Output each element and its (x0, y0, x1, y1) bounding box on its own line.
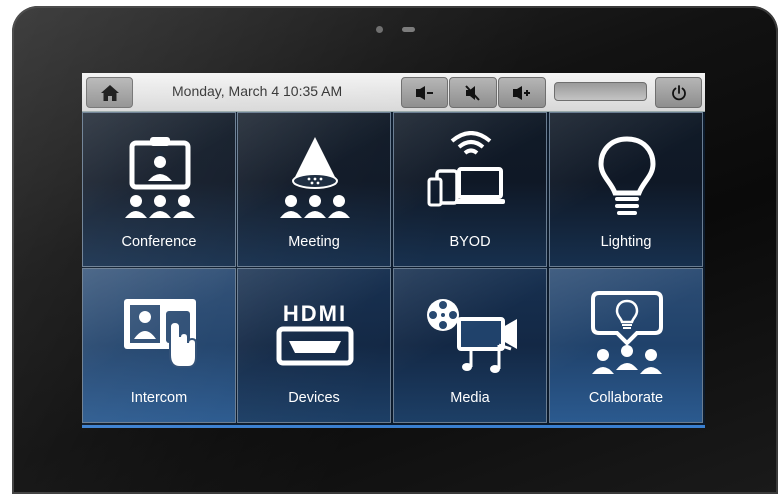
proximity-sensor (402, 27, 415, 32)
date-time-display: Monday, March 4 10:35 AM (172, 83, 343, 99)
tile-lighting[interactable]: Lighting (549, 112, 703, 267)
tile-byod[interactable]: BYOD (393, 112, 547, 267)
hdmi-icon: HDMI (276, 301, 354, 366)
tile-meeting[interactable]: Meeting (237, 112, 391, 267)
volume-level-bar[interactable] (554, 82, 647, 101)
intercom-icon (124, 299, 197, 368)
byod-devices-icon (427, 131, 505, 207)
tile-media[interactable]: Media (393, 268, 547, 423)
camera-lens (376, 26, 383, 33)
tile-label: BYOD (449, 234, 491, 250)
tile-label: Meeting (288, 234, 340, 250)
touch-screen: Monday, March 4 10:35 AM Conference Meet… (82, 73, 705, 428)
home-icon (100, 84, 119, 101)
home-button[interactable] (86, 77, 133, 108)
volume-up-icon (513, 85, 530, 100)
collaborate-icon (591, 291, 663, 374)
volume-down-button[interactable] (401, 77, 448, 108)
room-control-grid: Conference Meeting BYOD Lighting Interco… (82, 112, 705, 428)
tile-conference[interactable]: Conference (82, 112, 236, 267)
video-conference-icon (125, 137, 195, 218)
conference-phone-icon (280, 137, 350, 218)
tile-label: Conference (121, 234, 197, 250)
tile-label: Devices (288, 390, 340, 406)
mute-button[interactable] (449, 77, 497, 108)
power-button[interactable] (655, 77, 702, 108)
volume-down-icon (415, 85, 433, 100)
screen-bottom-edge (82, 425, 705, 428)
top-toolbar: Monday, March 4 10:35 AM (82, 73, 705, 112)
tile-devices[interactable]: HDMI Devices (237, 268, 391, 423)
tile-label: Intercom (130, 390, 188, 406)
tile-intercom[interactable]: Intercom (82, 268, 236, 423)
svg-text:HDMI: HDMI (283, 301, 347, 326)
mute-icon (465, 84, 480, 101)
lightbulb-icon (598, 136, 656, 215)
tile-collaborate[interactable]: Collaborate (549, 268, 703, 423)
tile-label: Collaborate (588, 390, 664, 406)
tile-label: Media (450, 390, 490, 406)
power-icon (671, 84, 686, 100)
tile-label: Lighting (600, 234, 652, 250)
volume-up-button[interactable] (498, 77, 546, 108)
media-icon (427, 299, 517, 373)
